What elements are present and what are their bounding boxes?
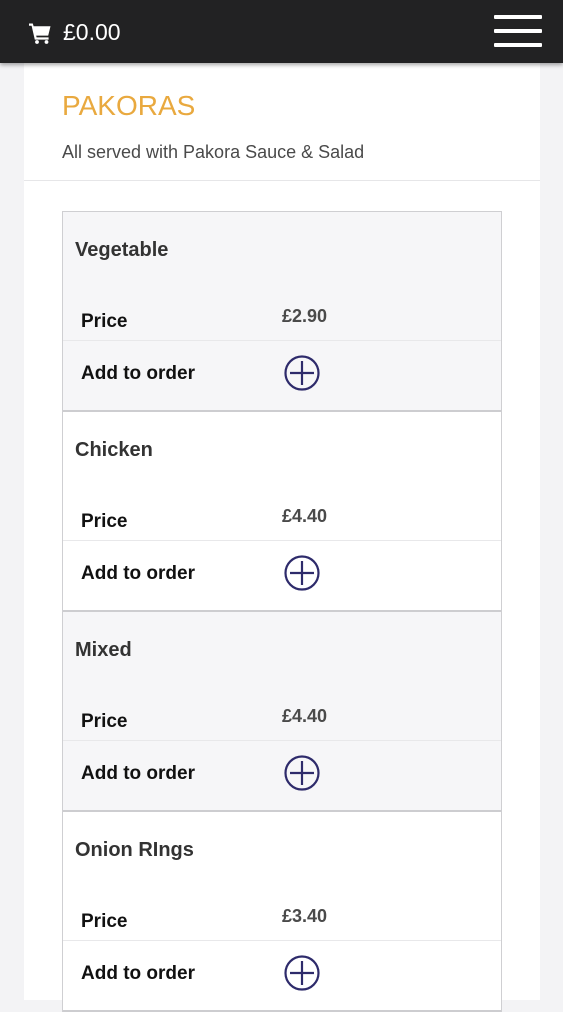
row-divider <box>63 340 501 341</box>
hamburger-menu-icon[interactable] <box>494 13 542 49</box>
add-to-order-plus-icon[interactable] <box>284 355 320 391</box>
menu-bar <box>494 15 542 19</box>
item-name: Onion RIngs <box>75 839 194 861</box>
menu-item: Mixed Price £4.40 Add to order <box>63 612 501 812</box>
menu-items-list: Vegetable Price £2.90 Add to order Chick… <box>62 211 502 1012</box>
item-price: £4.40 <box>282 706 328 726</box>
price-label: Price <box>81 911 128 932</box>
row-divider <box>63 940 501 941</box>
menu-item: Onion RIngs Price £3.40 Add to order <box>63 812 501 1012</box>
item-name: Chicken <box>75 439 153 461</box>
price-label: Price <box>81 711 128 732</box>
menu-panel: PAKORAS All served with Pakora Sauce & S… <box>24 63 540 1012</box>
menu-bar <box>494 29 542 33</box>
item-price: £2.90 <box>282 306 328 326</box>
item-price: £4.40 <box>282 506 328 526</box>
menu-item: Chicken Price £4.40 Add to order <box>63 412 501 612</box>
item-name: Mixed <box>75 639 132 661</box>
section-title: PAKORAS <box>62 90 196 121</box>
add-to-order-plus-icon[interactable] <box>284 955 320 991</box>
item-name: Vegetable <box>75 239 169 261</box>
top-bar: £0.00 <box>0 0 563 63</box>
add-to-order-label: Add to order <box>81 963 195 984</box>
add-to-order-plus-icon[interactable] <box>284 555 320 591</box>
price-label: Price <box>81 511 128 532</box>
row-divider <box>63 740 501 741</box>
cart-total[interactable]: £0.00 <box>63 18 121 46</box>
row-divider <box>63 540 501 541</box>
add-to-order-label: Add to order <box>81 363 195 384</box>
section-header: PAKORAS All served with Pakora Sauce & S… <box>24 63 540 181</box>
add-to-order-plus-icon[interactable] <box>284 755 320 791</box>
price-label: Price <box>81 311 128 332</box>
menu-item: Vegetable Price £2.90 Add to order <box>63 212 501 412</box>
add-to-order-label: Add to order <box>81 563 195 584</box>
menu-bar <box>494 43 542 47</box>
add-to-order-label: Add to order <box>81 763 195 784</box>
shopping-cart-icon[interactable] <box>28 21 52 45</box>
section-subtitle: All served with Pakora Sauce & Salad <box>62 142 365 162</box>
item-price: £3.40 <box>282 906 328 926</box>
